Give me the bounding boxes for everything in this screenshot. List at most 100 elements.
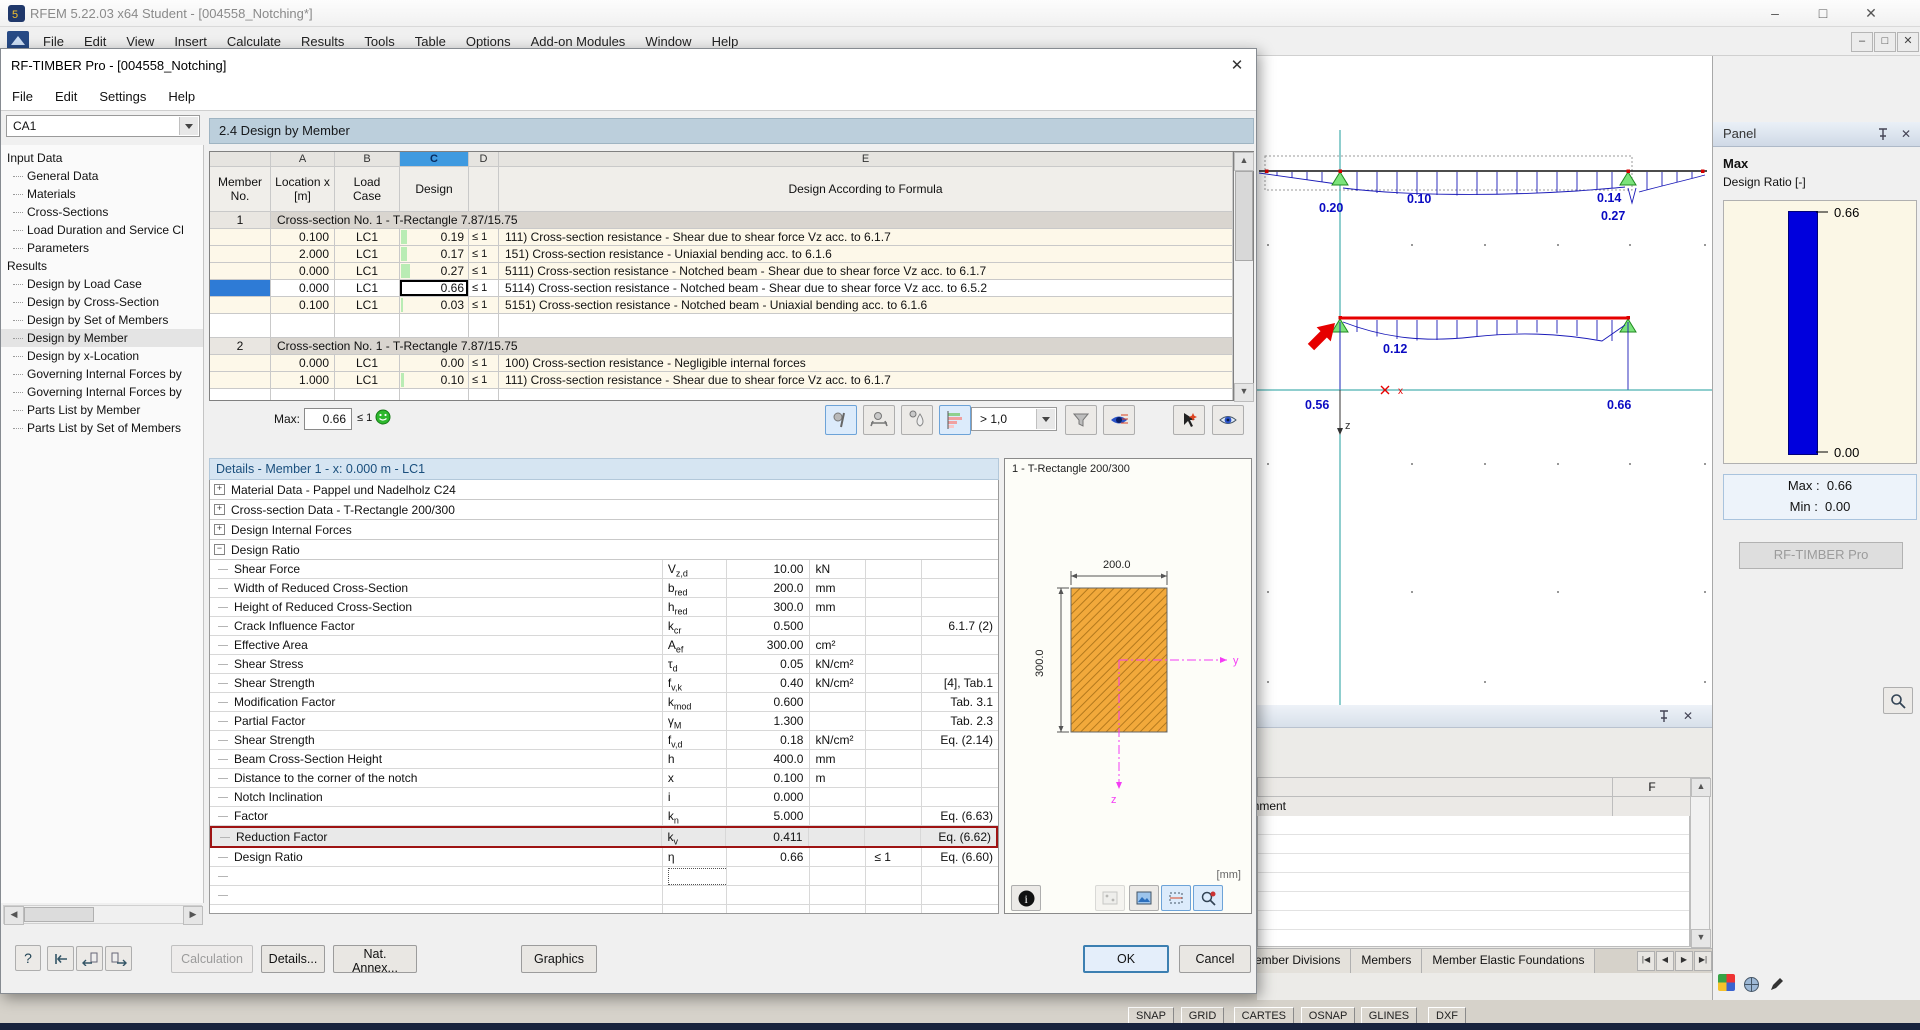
mdi-restore-button[interactable]: □ [1874, 32, 1896, 52]
sidebar-item-design-by-set-of-members[interactable]: Design by Set of Members [1, 311, 203, 329]
sidebar-item-governing-internal-forces-by[interactable]: Governing Internal Forces by [1, 383, 203, 401]
table-row[interactable]: 0.100LC10.03≤ 15151) Cross-section resis… [210, 297, 1233, 314]
details-row[interactable]: Width of Reduced Cross-Sectionbred200.0m… [210, 579, 998, 598]
table-vertical-scrollbar[interactable]: ▲ ▼ [1234, 151, 1254, 401]
scroll-thumb[interactable] [1235, 171, 1253, 261]
sidebar-item-materials[interactable]: Materials [1, 185, 203, 203]
scroll-up-icon[interactable]: ▲ [1691, 778, 1711, 797]
maximize-button[interactable]: □ [1800, 0, 1846, 27]
sidebar-item-load-duration-and-service-cl[interactable]: Load Duration and Service Cl [1, 221, 203, 239]
export-next-button[interactable] [105, 946, 132, 971]
visibility-colors-button[interactable] [1103, 405, 1135, 435]
details-row[interactable]: Height of Reduced Cross-Sectionhred300.0… [210, 598, 998, 617]
column-letter-e[interactable]: E [499, 152, 1233, 167]
ratio-filter-select[interactable]: > 1,0 [971, 407, 1057, 431]
tab-next-icon[interactable]: ▶ [1675, 951, 1693, 971]
dialog-menu-item-edit[interactable]: Edit [44, 85, 88, 108]
design-by-member-table[interactable]: ABCDEMemberNo.Location x[m]LoadCaseDesig… [209, 151, 1234, 401]
design-case-select[interactable]: CA1 [6, 115, 200, 137]
section-render-button[interactable] [1129, 885, 1159, 911]
sidebar-item-governing-internal-forces-by[interactable]: Governing Internal Forces by [1, 365, 203, 383]
section-zoom-settings-button[interactable] [1193, 885, 1223, 911]
section-dimensions-button[interactable] [1161, 885, 1191, 911]
tab-member-elastic-foundations[interactable]: Member Elastic Foundations [1422, 949, 1595, 973]
minimize-button[interactable]: – [1752, 0, 1798, 27]
sidebar-item-parts-list-by-set-of-members[interactable]: Parts List by Set of Members [1, 419, 203, 437]
dialog-menu-item-settings[interactable]: Settings [88, 85, 157, 108]
scroll-left-icon[interactable]: ◀ [4, 906, 24, 925]
edit-pencil-icon[interactable] [1768, 976, 1785, 993]
details-row-highlighted[interactable]: Reduction Factorkv0.411Eq. (6.62) [210, 826, 998, 848]
table-row[interactable]: 2.000LC10.17≤ 1151) Cross-section resist… [210, 246, 1233, 263]
tab-first-icon[interactable]: |◀ [1637, 951, 1655, 971]
details-row[interactable]: Modification Factorkmod0.600Tab. 3.1 [210, 693, 998, 712]
details-button[interactable]: Details... [261, 945, 325, 973]
scroll-down-icon[interactable]: ▼ [1234, 383, 1254, 402]
show-in-graphic-button[interactable] [1212, 405, 1244, 435]
sidebar-item-design-by-member[interactable]: Design by Member [1, 329, 203, 347]
close-button[interactable]: ✕ [1848, 0, 1894, 27]
chevron-down-icon[interactable] [1036, 409, 1055, 429]
dock-vertical-scrollbar[interactable]: ▲ ▼ [1690, 777, 1710, 947]
cross-section-group-row[interactable]: 1Cross-section No. 1 - T-Rectangle 7.87/… [210, 212, 1233, 229]
scroll-right-icon[interactable]: ▶ [183, 906, 203, 925]
sidebar-item-parts-list-by-member[interactable]: Parts List by Member [1, 401, 203, 419]
cancel-button[interactable]: Cancel [1179, 945, 1251, 973]
details-row[interactable]: Distance to the corner of the notchx0.10… [210, 769, 998, 788]
column-letter-b[interactable]: B [335, 152, 400, 167]
details-row[interactable]: Partial FactorγM1.300Tab. 2.3 [210, 712, 998, 731]
dialog-close-icon[interactable]: ✕ [1225, 55, 1249, 77]
ok-button[interactable]: OK [1083, 945, 1169, 973]
scroll-down-icon[interactable]: ▼ [1691, 929, 1711, 948]
table-row[interactable]: 0.000LC10.00≤ 1100) Cross-section resist… [210, 355, 1233, 372]
details-cursor-row[interactable] [210, 867, 998, 886]
table-row[interactable]: 1.000LC10.10≤ 1111) Cross-section resist… [210, 372, 1233, 389]
sidebar-item-design-by-load-case[interactable]: Design by Load Case [1, 275, 203, 293]
section-info-button[interactable]: i [1011, 885, 1041, 911]
table-row[interactable]: 0.000LC10.66≤ 15114) Cross-section resis… [210, 280, 1233, 297]
sidebar-item-cross-sections[interactable]: Cross-Sections [1, 203, 203, 221]
select-in-graphic-button[interactable] [1173, 405, 1205, 435]
help-button[interactable]: ? [15, 945, 41, 971]
column-letter-a[interactable]: A [271, 152, 335, 167]
zoom-tool-button[interactable] [1883, 687, 1911, 712]
table-row[interactable]: 0.100LC10.19≤ 1111) Cross-section resist… [210, 229, 1233, 246]
funnel-button[interactable] [1065, 405, 1097, 435]
column-letter-c[interactable]: C [400, 152, 469, 167]
relaxed-filter-button[interactable] [901, 405, 933, 435]
details-row[interactable]: Factorkn5.000Eq. (6.63) [210, 807, 998, 826]
column-letter-d[interactable]: D [469, 152, 499, 167]
details-row[interactable]: Shear ForceVz,d10.00kN [210, 560, 998, 579]
tab-last-icon[interactable]: ▶| [1694, 951, 1712, 971]
member-filter-button[interactable] [863, 405, 895, 435]
pin-icon[interactable] [1876, 127, 1890, 141]
pin-icon[interactable] [1657, 709, 1671, 723]
section-values-button[interactable] [1095, 885, 1125, 911]
details-row[interactable]: Shear Stressτd0.05kN/cm² [210, 655, 998, 674]
panel-close-icon[interactable]: ✕ [1897, 125, 1915, 143]
dock-table-body[interactable] [1257, 816, 1690, 947]
mdi-minimize-button[interactable]: – [1851, 32, 1873, 52]
details-row[interactable]: Beam Cross-Section Heighth400.0mm [210, 750, 998, 769]
mdi-close-button[interactable]: ✕ [1897, 32, 1919, 52]
result-bars-button[interactable] [939, 405, 971, 435]
details-table[interactable]: +Material Data - Pappel und Nadelholz C2… [209, 480, 999, 914]
result-grid-icon[interactable] [1718, 974, 1735, 994]
dock-close-icon[interactable]: ✕ [1679, 707, 1697, 725]
calculation-button[interactable]: Calculation [171, 945, 253, 973]
details-row[interactable]: Design Ratioη0.66≤ 1Eq. (6.60) [210, 848, 998, 867]
sidebar-item-design-by-x-location[interactable]: Design by x-Location [1, 347, 203, 365]
cross-section-group-row[interactable]: 2Cross-section No. 1 - T-Rectangle 7.87/… [210, 338, 1233, 355]
sidebar-item-general-data[interactable]: General Data [1, 167, 203, 185]
export-first-button[interactable] [47, 946, 74, 971]
module-button[interactable]: RF-TIMBER Pro [1739, 542, 1903, 569]
details-row[interactable]: Shear Strengthfv,d0.18kN/cm²Eq. (2.14) [210, 731, 998, 750]
dialog-titlebar[interactable]: RF-TIMBER Pro - [004558_Notching] ✕ [1, 49, 1256, 83]
dialog-menu-item-file[interactable]: File [1, 85, 44, 108]
sidebar-item-design-by-cross-section[interactable]: Design by Cross-Section [1, 293, 203, 311]
details-row[interactable]: Crack Influence Factorkcr0.5006.1.7 (2) [210, 617, 998, 636]
export-prev-button[interactable] [76, 946, 103, 971]
globe-icon[interactable] [1743, 976, 1760, 993]
details-row[interactable]: Notch Inclinationi0.000 [210, 788, 998, 807]
graphics-button[interactable]: Graphics [521, 945, 597, 973]
